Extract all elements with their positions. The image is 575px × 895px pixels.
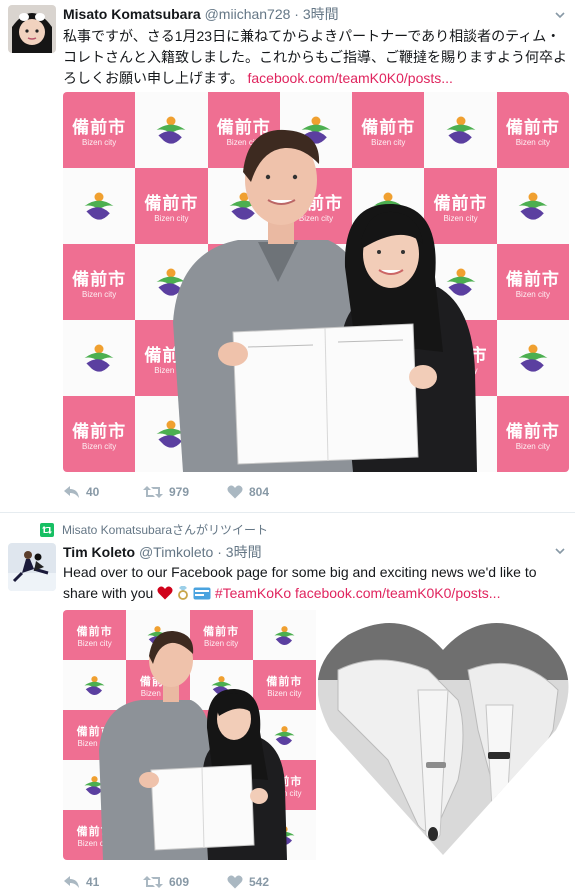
chevron-down-icon[interactable] (555, 546, 565, 556)
tweet-link[interactable]: facebook.com/teamK0K0/posts... (248, 70, 453, 86)
reply-button[interactable]: 40 (63, 485, 99, 499)
chevron-down-icon[interactable] (555, 10, 565, 20)
avatar[interactable] (8, 543, 56, 591)
couple-figures (99, 630, 287, 860)
separator-dot: · (294, 6, 299, 22)
retweet-context-label[interactable]: Misato Komatsubaraさんがリツイート (62, 521, 268, 538)
tweet-1[interactable]: Misato Komatsubara @miichan728 · 3時間 私事で… (0, 0, 575, 512)
ring-icon (178, 586, 188, 600)
id-card-icon (193, 587, 211, 600)
heart-icon (227, 875, 243, 889)
like-button[interactable]: 542 (227, 875, 269, 889)
display-name[interactable]: Tim Koleto (63, 544, 135, 560)
reply-icon (64, 876, 79, 888)
red-heart-icon (157, 586, 173, 600)
retweet-icon (143, 486, 163, 498)
retweet-count: 979 (169, 485, 190, 499)
retweet-context: Misato Komatsubaraさんがリツイート (40, 521, 268, 538)
like-button[interactable]: 804 (227, 485, 269, 499)
like-count: 542 (249, 875, 270, 889)
tweet-photo[interactable]: 備前市 Bizen city 備前市 Bizen city 備前市 Bizen city 備… (63, 92, 569, 472)
tweet-text: Head over to our Facebook page for some … (63, 562, 569, 604)
reply-button[interactable]: 41 (63, 875, 99, 889)
tweet-2[interactable]: Misato Komatsubaraさんがリツイート Tim Koleto @T… (0, 513, 575, 895)
retweet-icon (143, 876, 163, 888)
separator-dot: · (217, 544, 222, 560)
retweet-button[interactable]: 979 (143, 485, 189, 499)
hands-rings-photo (318, 622, 569, 855)
display-name[interactable]: Misato Komatsubara (63, 6, 201, 22)
timestamp[interactable]: 3時間 (303, 6, 339, 22)
retweet-count: 609 (169, 875, 190, 889)
tweet-photo-left[interactable]: 備前市Bizen city備前市Bizen city備前市Bizen city備… (63, 610, 316, 860)
timestamp[interactable]: 3時間 (226, 544, 262, 560)
avatar[interactable] (8, 5, 56, 53)
heart-icon (227, 485, 243, 499)
reply-count: 41 (86, 875, 100, 889)
hashtag-link[interactable]: #TeamKoKo (215, 585, 291, 601)
user-handle[interactable]: @Timkoleto (139, 544, 213, 560)
retweet-button[interactable]: 609 (143, 875, 189, 889)
tweet-text: 私事ですが、さる1月23日に兼ねてからよきパートナーであり相談者のティム・コレト… (63, 26, 569, 89)
couple-figures (173, 129, 477, 472)
tweet-photo-right[interactable] (318, 610, 569, 860)
reply-icon (64, 486, 79, 498)
reply-count: 40 (86, 485, 100, 499)
tweet-link[interactable]: facebook.com/teamK0K0/posts... (295, 585, 500, 601)
like-count: 804 (249, 485, 270, 499)
user-handle[interactable]: @miichan728 (205, 6, 291, 22)
retweet-badge-icon (40, 522, 54, 537)
